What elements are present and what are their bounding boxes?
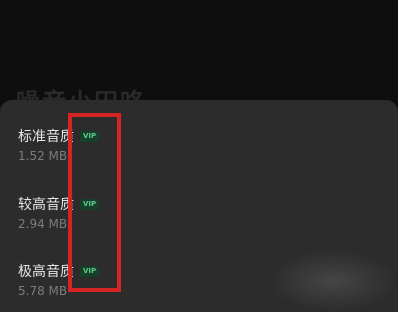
quality-option-label: 极高音质 [18, 264, 74, 280]
quality-option-label: 标准音质 [18, 129, 74, 145]
quality-option-label: 较高音质 [18, 197, 74, 213]
watermark [268, 250, 398, 312]
highlight-annotation-box [68, 113, 121, 292]
